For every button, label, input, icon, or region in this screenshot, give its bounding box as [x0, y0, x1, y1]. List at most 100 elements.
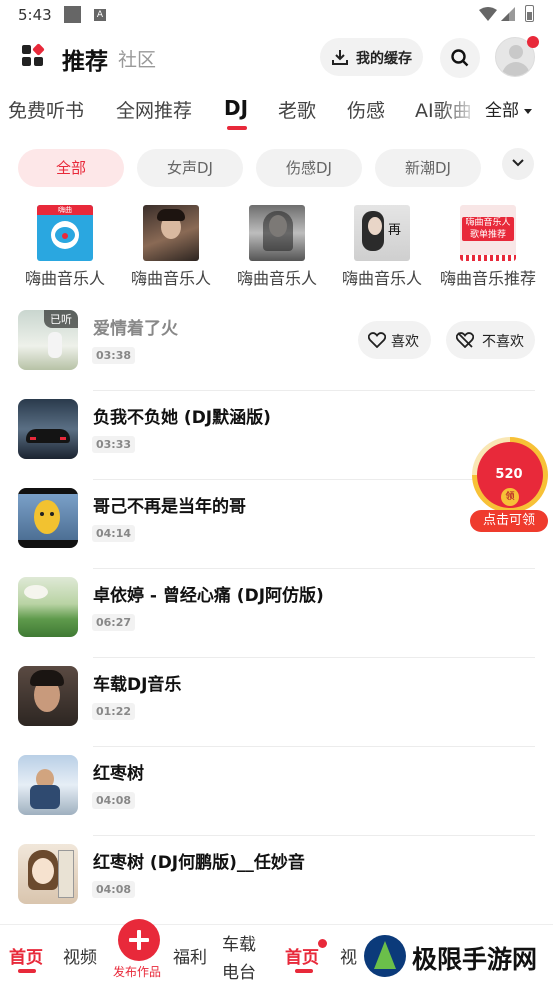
signal-icon [501, 7, 515, 21]
song-title: 哥己不再是当年的哥 [93, 497, 246, 517]
nav-home[interactable]: 首页 [9, 943, 43, 968]
dj-filter-chips: 全部 女声DJ 伤感DJ 新潮DJ [0, 148, 553, 187]
caret-down-icon [524, 108, 532, 114]
artist-cover: 再 [354, 205, 410, 261]
song-cover [18, 488, 78, 548]
chip-female-dj[interactable]: 女声DJ [137, 149, 243, 187]
reward-amount: 520 [495, 467, 523, 482]
artist-cover [249, 205, 305, 261]
tab-community[interactable]: 社区 [118, 45, 156, 72]
artist-name: 嗨曲音乐人 [130, 269, 211, 288]
artist-cover [143, 205, 199, 261]
dislike-label: 不喜欢 [482, 334, 524, 350]
artist-item[interactable]: 嗨曲音乐人 [224, 205, 330, 289]
artist-item[interactable]: 嗨曲 嗨曲音乐人 [12, 205, 118, 289]
nav-home-indicator [18, 969, 36, 973]
song-duration: 04:08 [92, 881, 136, 898]
search-icon [451, 49, 469, 67]
played-badge: 已听 [44, 310, 78, 328]
status-bar: 5:43 A [0, 0, 553, 30]
battery-icon [525, 5, 534, 22]
song-duration: 06:27 [92, 614, 136, 631]
search-button[interactable] [440, 38, 480, 78]
nav-video[interactable]: 视频 [63, 943, 97, 968]
publish-button[interactable] [118, 919, 160, 961]
song-cover: 已听 [18, 310, 78, 370]
my-cache-label: 我的缓存 [356, 51, 412, 67]
tab-recommend[interactable]: 推荐 [62, 42, 108, 76]
tab-sad[interactable]: 伤感 [347, 96, 385, 123]
expand-chips-button[interactable] [502, 148, 534, 180]
app-logo-icon[interactable] [22, 43, 45, 67]
song-title: 卓依婷 - 曾经心痛 (DJ阿仿版) [93, 586, 324, 606]
artist-cover: 嗨曲 [37, 205, 93, 261]
download-icon [332, 50, 348, 65]
song-cover [18, 666, 78, 726]
song-title: 红枣树 (DJ何鹏版)__任妙音 [93, 853, 305, 873]
like-button[interactable]: 喜欢 [358, 321, 431, 359]
song-title: 红枣树 [93, 764, 144, 784]
artist-name: 嗨曲音乐人 [236, 269, 317, 288]
status-time: 5:43 [18, 6, 52, 24]
song-title: 车载DJ音乐 [93, 675, 182, 695]
category-tabs: 免费听书 全网推荐 DJ 老歌 伤感 AI歌曲 全部 [0, 90, 553, 130]
notification-icon [64, 6, 81, 23]
song-row[interactable]: 已听 爱情着了火 03:38 喜欢 不喜欢 [0, 302, 553, 391]
nav-welfare[interactable]: 福利 [173, 943, 207, 968]
song-cover [18, 577, 78, 637]
top-header: 推荐 社区 我的缓存 [0, 34, 553, 80]
reward-claim-label[interactable]: 点击可领 [470, 510, 548, 532]
nav-home-secondary-indicator [295, 969, 313, 973]
active-tab-indicator [227, 126, 247, 130]
chip-trendy-dj[interactable]: 新潮DJ [375, 149, 481, 187]
my-cache-button[interactable]: 我的缓存 [320, 38, 423, 76]
like-label: 喜欢 [391, 334, 419, 350]
song-row[interactable]: 车载DJ音乐 01:22 [0, 658, 553, 747]
avatar-notification-dot [527, 36, 539, 48]
artist-name: 嗨曲音乐推荐 [439, 269, 536, 288]
chip-all[interactable]: 全部 [18, 149, 124, 187]
tab-old-songs[interactable]: 老歌 [278, 96, 316, 123]
song-title: 爱情着了火 [93, 319, 178, 339]
song-duration: 01:22 [92, 703, 136, 720]
publish-label[interactable]: 发布作品 [113, 963, 161, 980]
watermark-text: 极限手游网 [412, 945, 538, 974]
broken-heart-icon [456, 332, 474, 348]
watermark-logo-icon [364, 935, 406, 977]
nav-car-radio-line2[interactable]: 电台 [222, 958, 256, 983]
all-categories-label: 全部 [485, 101, 519, 121]
artist-cover: 嗨曲音乐人 歌单推荐 [460, 205, 516, 261]
song-cover [18, 399, 78, 459]
song-row[interactable]: 卓依婷 - 曾经心痛 (DJ阿仿版) 06:27 [0, 569, 553, 658]
tab-network-recommend[interactable]: 全网推荐 [116, 96, 192, 123]
song-duration: 04:14 [92, 525, 136, 542]
artist-item[interactable]: 嗨曲音乐人 [118, 205, 224, 289]
dislike-button[interactable]: 不喜欢 [446, 321, 535, 359]
song-duration: 03:38 [92, 347, 136, 364]
song-duration: 03:33 [92, 436, 136, 453]
tab-dj[interactable]: DJ [224, 96, 248, 120]
nav-car-radio-line1[interactable]: 车载 [222, 930, 256, 955]
song-row[interactable]: 红枣树 04:08 [0, 747, 553, 836]
chevron-down-icon [512, 159, 524, 167]
reward-floating-widget[interactable]: 520 领 点击可领 [470, 437, 550, 537]
tab-free-audiobook[interactable]: 免费听书 [8, 96, 84, 123]
artist-item[interactable]: 再 嗨曲音乐人 [329, 205, 435, 289]
song-title: 负我不负她 (DJ默涵版) [93, 408, 271, 428]
nav-home-secondary[interactable]: 首页 [285, 943, 319, 968]
song-row[interactable]: 红枣树 (DJ何鹏版)__任妙音 04:08 [0, 836, 553, 925]
artist-name: 嗨曲音乐人 [341, 269, 422, 288]
heart-icon [368, 332, 386, 348]
song-duration: 04:08 [92, 792, 136, 809]
keyboard-a-icon: A [94, 9, 106, 21]
chip-sad-dj[interactable]: 伤感DJ [256, 149, 362, 187]
wifi-icon [479, 7, 497, 21]
nav-video-secondary[interactable]: 视 [340, 943, 357, 968]
artist-name: 嗨曲音乐人 [24, 269, 105, 288]
nav-notification-dot [318, 939, 327, 948]
song-cover [18, 844, 78, 904]
all-categories-dropdown[interactable]: 全部 [477, 96, 532, 121]
watermark: 极限手游网 [360, 930, 553, 984]
artist-item[interactable]: 嗨曲音乐人 歌单推荐 嗨曲音乐推荐 [435, 205, 541, 289]
artist-row: 嗨曲 嗨曲音乐人 嗨曲音乐人 嗨曲音乐人 再 嗨曲音乐人 嗨曲音乐人 歌单推荐 [0, 205, 553, 290]
